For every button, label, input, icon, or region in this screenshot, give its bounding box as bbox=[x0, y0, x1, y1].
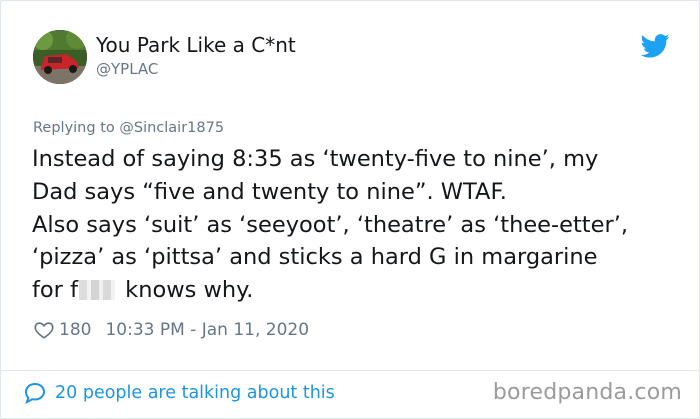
tweet-card: You Park Like a C*nt @YPLAC Replying to … bbox=[0, 0, 700, 419]
tweet-line: for f knows why. bbox=[32, 274, 672, 307]
talking-link[interactable]: 20 people are talking about this bbox=[23, 381, 335, 405]
replying-to: Replying to @Sinclair1875 bbox=[33, 120, 224, 136]
user-handle[interactable]: @YPLAC bbox=[96, 60, 158, 78]
reply-prefix: Replying to bbox=[33, 120, 115, 136]
tweet-line: ‘pizza’ as ‘pittsa’ and sticks a hard G … bbox=[32, 244, 598, 271]
tweet-line-end: knows why. bbox=[118, 277, 254, 304]
tweet-line: Dad says “five and twenty to nine”. WTAF… bbox=[32, 178, 507, 205]
tweet-meta: 180 10:33 PM - Jan 11, 2020 bbox=[33, 318, 309, 342]
heart-icon[interactable] bbox=[33, 319, 55, 341]
tweet-line: Also says ‘suit’ as ‘seeyoot’, ‘theatre’… bbox=[32, 211, 629, 238]
timestamp[interactable]: 10:33 PM - Jan 11, 2020 bbox=[105, 320, 309, 340]
tweet-line-start: for f bbox=[32, 277, 79, 304]
divider bbox=[0, 370, 700, 371]
speech-bubble-icon bbox=[24, 382, 46, 404]
watermark: boredpanda.com bbox=[492, 380, 682, 405]
twitter-bird-icon[interactable] bbox=[640, 34, 670, 58]
like-count[interactable]: 180 bbox=[59, 320, 91, 340]
avatar-photo-icon bbox=[33, 30, 87, 84]
display-name[interactable]: You Park Like a C*nt bbox=[96, 33, 296, 57]
censored-word bbox=[79, 280, 116, 301]
tweet-line: Instead of saying 8:35 as ‘twenty-five t… bbox=[32, 146, 599, 172]
tweet-text: Instead of saying 8:35 as ‘twenty-five t… bbox=[32, 143, 672, 307]
talking-text[interactable]: 20 people are talking about this bbox=[55, 383, 335, 403]
avatar[interactable] bbox=[33, 30, 87, 84]
reply-to-user-link[interactable]: @Sinclair1875 bbox=[119, 120, 224, 136]
